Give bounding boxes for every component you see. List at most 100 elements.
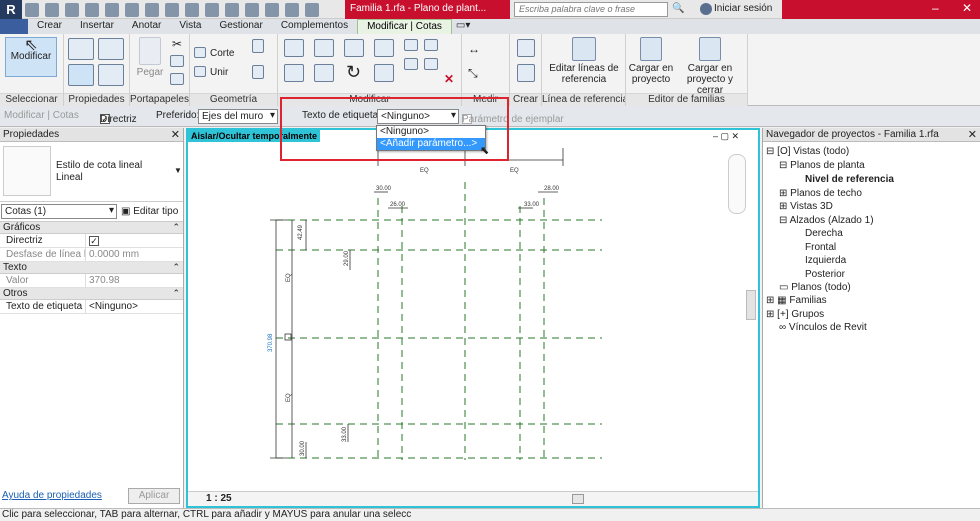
drawing-canvas[interactable]: Aislar/Ocultar temporalmente – ▢ ✕ EQ EQ… (186, 128, 760, 508)
dim-30b[interactable]: 30.00 (300, 440, 306, 456)
expand-icon[interactable]: ⊞ (766, 309, 777, 320)
dim-eq-1[interactable]: EQ (420, 168, 429, 174)
paint-icon[interactable] (252, 65, 264, 79)
paste-button[interactable]: Pegar (132, 37, 168, 78)
tree-item-sheets[interactable]: ▭ Planos (todo) (779, 282, 851, 293)
tree-item-views[interactable]: ⊟ [O] Vistas (todo) (766, 146, 849, 157)
navigation-bar[interactable] (728, 154, 746, 214)
scale-label[interactable]: 1 : 25 (206, 493, 232, 504)
tree-item-revit-links[interactable]: ∞ Vínculos de Revit (779, 322, 867, 333)
measure-between-icon[interactable]: ↔ (468, 42, 480, 56)
search-input[interactable]: Escriba palabra clave o frase (514, 2, 668, 17)
section-icon[interactable] (245, 2, 259, 17)
unir-button[interactable]: Unir (210, 67, 228, 78)
instance-selector[interactable]: Cotas (1) (1, 204, 117, 219)
load-into-project-button[interactable]: Cargar en proyecto (628, 37, 674, 85)
signin-button[interactable]: Iniciar sesión (714, 3, 772, 14)
directriz-prop-check-icon[interactable]: ✓ (89, 236, 99, 246)
load-and-close-button[interactable]: Cargar en proyecto y cerrar (674, 37, 746, 96)
dimension-icon[interactable] (165, 2, 179, 17)
element-properties-icon[interactable] (68, 64, 94, 86)
prop-value[interactable]: 0.0000 mm (86, 248, 183, 261)
dim-eq-v2[interactable]: EQ (286, 393, 292, 402)
collapse-icon[interactable]: ⊟ (779, 215, 790, 226)
tag-icon[interactable] (185, 2, 199, 17)
redo-icon[interactable] (105, 2, 119, 17)
edit-type-button[interactable]: ▣ Editar tipo (121, 206, 178, 217)
horizontal-scrollbar[interactable] (572, 494, 584, 504)
align-icon[interactable] (284, 39, 304, 57)
expand-icon[interactable]: ⊞ (779, 188, 790, 199)
delete-icon[interactable]: ✕ (444, 72, 454, 86)
dropdown-option-ninguno[interactable]: <Ninguno> (377, 126, 485, 138)
apply-button[interactable]: Aplicar (128, 488, 180, 504)
dim-grip[interactable] (284, 333, 292, 341)
tree-item-front[interactable]: Frontal (805, 242, 836, 253)
offset-icon[interactable] (314, 39, 334, 57)
collapse-icon[interactable]: ⊟ (779, 160, 790, 171)
save-icon[interactable] (45, 2, 59, 17)
array-icon[interactable] (404, 58, 418, 70)
dropdown-option-add-parameter[interactable]: <Añadir parámetro...> (377, 138, 485, 150)
thin-lines-icon[interactable] (265, 2, 279, 17)
tree-item-left[interactable]: Izquierda (805, 255, 846, 266)
corte-button[interactable]: Corte (210, 48, 234, 59)
undo-icon[interactable] (85, 2, 99, 17)
sync-icon[interactable] (65, 2, 79, 17)
geometry-tool-icon[interactable] (252, 39, 264, 53)
close-icon[interactable]: ✕ (962, 1, 972, 15)
create-group-icon[interactable] (517, 64, 535, 82)
prop-value[interactable]: ✓ (86, 234, 183, 247)
close-hidden-icon[interactable] (285, 2, 299, 17)
help-link[interactable]: Ayuda de propiedades (2, 490, 102, 501)
scale-icon[interactable] (424, 58, 438, 70)
tree-item-back[interactable]: Posterior (805, 269, 845, 280)
rotate-icon[interactable]: ↻ (346, 62, 361, 83)
binoculars-icon[interactable]: 🔍 (672, 3, 684, 15)
tab-anotar[interactable]: Anotar (123, 19, 170, 34)
dim-33b[interactable]: 33.00 (342, 426, 348, 442)
tab-modificar-cotas[interactable]: Modificar | Cotas (357, 19, 452, 34)
tab-file[interactable] (0, 19, 28, 34)
create-similar-icon[interactable] (517, 39, 535, 57)
copy-icon[interactable] (170, 55, 184, 67)
family-types-icon[interactable] (98, 64, 124, 86)
prop-value[interactable]: <Ninguno> (86, 300, 183, 313)
unpin-icon[interactable] (424, 39, 438, 51)
tree-item-right[interactable]: Derecha (805, 228, 843, 239)
properties-icon[interactable] (68, 38, 94, 60)
join-icon[interactable] (194, 66, 206, 77)
tree-item-families[interactable]: ⊞ ▦ Familias (766, 295, 827, 306)
tab-vista[interactable]: Vista (170, 19, 210, 34)
mirror-draw-icon[interactable] (374, 39, 394, 57)
modify-button[interactable]: ⇖ Modificar (5, 37, 57, 77)
tab-gestionar[interactable]: Gestionar (210, 19, 271, 34)
section-texto[interactable]: Texto (0, 262, 183, 274)
match-icon[interactable] (170, 73, 184, 85)
tab-options-icon[interactable]: ▭▾ (452, 19, 474, 34)
section-otros[interactable]: Otros (0, 288, 183, 300)
3d-view-icon[interactable] (225, 2, 239, 17)
open-icon[interactable] (25, 2, 39, 17)
split-icon[interactable] (404, 39, 418, 51)
tab-crear[interactable]: Crear (28, 19, 71, 34)
print-icon[interactable] (125, 2, 139, 17)
group-label-seleccionar[interactable]: Seleccionar (0, 93, 63, 106)
tree-item-elevations[interactable]: ⊟ Alzados (Alzado 1) (779, 215, 874, 226)
dim-26[interactable]: 26.00 (390, 202, 406, 208)
preferido-select[interactable]: Ejes del muro (198, 109, 278, 124)
type-properties-icon[interactable] (98, 38, 124, 60)
move-icon[interactable] (284, 64, 304, 82)
measure-icon[interactable] (145, 2, 159, 17)
dim-eq-2[interactable]: EQ (510, 168, 519, 174)
close-icon[interactable]: ✕ (968, 128, 977, 141)
dim-33a[interactable]: 33.00 (524, 202, 540, 208)
minimize-icon[interactable]: – (932, 1, 939, 15)
dim-eq-v1[interactable]: EQ (286, 273, 292, 282)
dim-total[interactable]: 370.98 (268, 333, 274, 352)
app-menu-button[interactable]: R (0, 0, 22, 19)
chevron-down-icon[interactable]: ▼ (174, 166, 182, 175)
close-icon[interactable]: ✕ (171, 128, 180, 141)
edit-reference-lines-button[interactable]: Editar líneas de referencia (546, 37, 622, 85)
mirror-axis-icon[interactable] (344, 39, 364, 57)
